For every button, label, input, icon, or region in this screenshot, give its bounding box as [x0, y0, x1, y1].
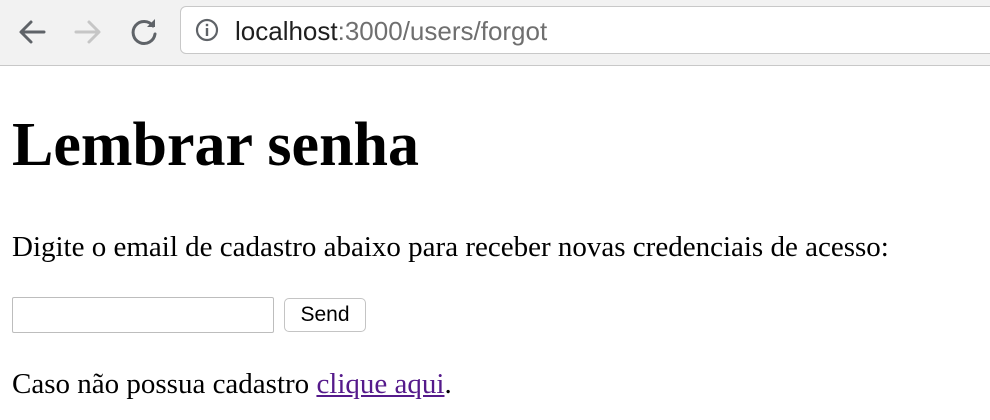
address-bar[interactable]: localhost:3000/users/forgot — [180, 6, 990, 54]
signup-link[interactable]: clique aqui — [316, 368, 444, 400]
forward-button[interactable] — [70, 14, 106, 50]
instructions-text: Digite o email de cadastro abaixo para r… — [12, 231, 889, 263]
info-circle-icon[interactable] — [195, 18, 219, 42]
arrow-right-icon — [74, 20, 101, 44]
signup-prompt: Caso não possua cadastro clique aqui. — [12, 367, 452, 401]
url-host: localhost — [235, 16, 338, 46]
reload-icon — [131, 19, 157, 45]
signup-prompt-prefix: Caso não possua cadastro — [12, 368, 317, 400]
reload-button[interactable] — [126, 14, 162, 50]
page-title: Lembrar senha — [12, 111, 420, 179]
signup-prompt-suffix: . — [444, 368, 452, 400]
browser-toolbar: localhost:3000/users/forgot — [0, 0, 990, 66]
email-field[interactable] — [12, 297, 274, 333]
url-text[interactable]: localhost:3000/users/forgot — [235, 16, 547, 46]
send-button[interactable]: Send — [284, 298, 366, 332]
back-button[interactable] — [14, 14, 50, 50]
arrow-left-icon — [19, 20, 46, 44]
url-path: :3000/users/forgot — [337, 16, 548, 46]
